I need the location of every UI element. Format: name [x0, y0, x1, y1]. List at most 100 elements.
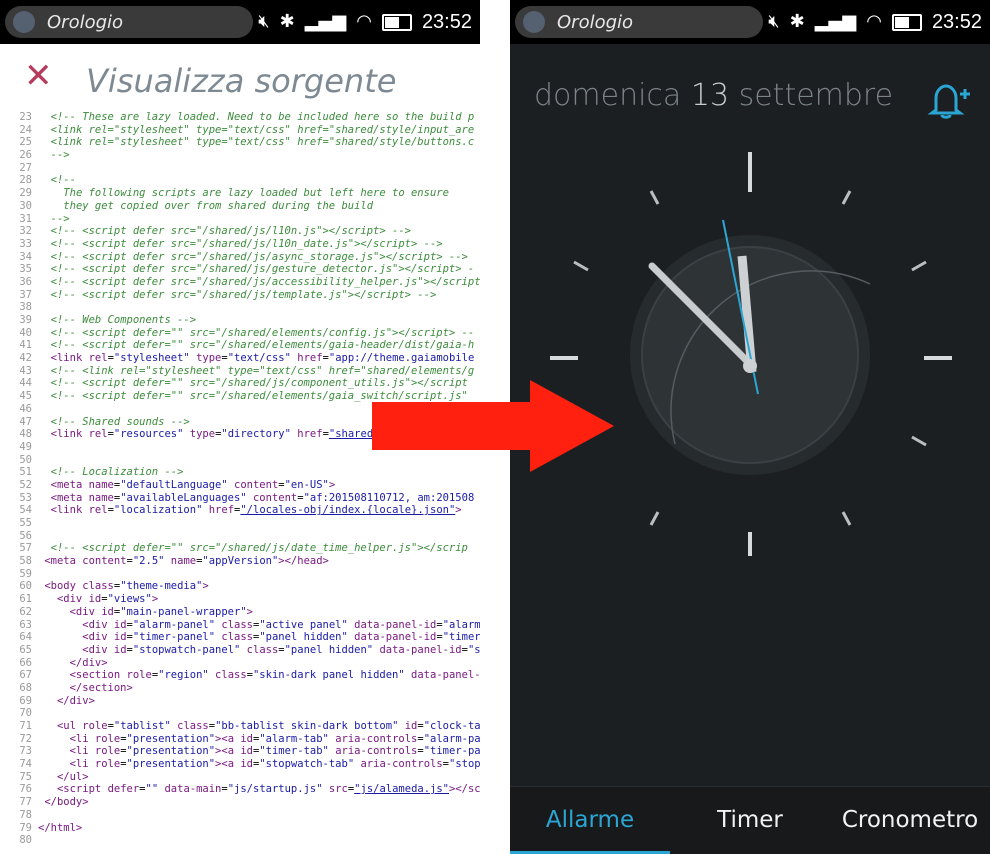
line-number: 68 — [19, 681, 32, 694]
code-line: 66 </div> — [0, 657, 480, 670]
code-line: 63 <div id="alarm-panel" class="active p… — [0, 619, 480, 632]
line-number: 33 — [19, 237, 32, 250]
status-bar-left: Orologio 🔇︎ ✱ ▂▄▆ ◠ 23:52 — [0, 0, 480, 44]
line-number: 38 — [19, 301, 32, 314]
battery-icon — [381, 13, 412, 31]
code-line: 75 </ul> — [0, 771, 480, 784]
tab-timer[interactable]: Timer — [670, 787, 830, 854]
line-number: 53 — [19, 491, 32, 504]
line-number: 52 — [19, 478, 32, 491]
tab-alarm[interactable]: Allarme — [510, 787, 670, 854]
code-line: 30 they get copied over from shared duri… — [0, 200, 480, 213]
code-line: 76 <script defer="" data-main="js/startu… — [0, 783, 480, 796]
code-line: 39 <!-- Web Components --> — [0, 314, 480, 327]
line-number: 55 — [19, 517, 32, 529]
line-number: 79 — [19, 821, 32, 834]
line-number: 69 — [19, 694, 32, 707]
code-line: 37 <!-- <script defer src="/shared/js/te… — [0, 289, 480, 302]
app-switcher-pill[interactable]: Orologio — [515, 6, 763, 38]
line-number: 31 — [19, 212, 32, 225]
line-number: 66 — [19, 656, 32, 669]
code-line: 67 <section role="region" class="skin-da… — [0, 669, 480, 682]
close-icon[interactable]: ✕ — [24, 59, 53, 93]
code-line: 55 — [0, 517, 480, 530]
mute-icon: 🔇︎ — [768, 11, 780, 32]
line-number: 34 — [19, 250, 32, 263]
line-number: 30 — [19, 199, 32, 212]
code-line: 74 <li role="presentation"><a id="stopwa… — [0, 758, 480, 771]
line-number: 26 — [19, 149, 32, 162]
code-line: 35 <!-- <script defer src="/shared/js/ge… — [0, 263, 480, 276]
line-number: 37 — [19, 288, 32, 301]
code-line: 41 <!-- <script defer="" src="/shared/el… — [0, 339, 480, 352]
mute-icon: 🔇︎ — [258, 11, 270, 32]
app-switcher-pill[interactable]: Orologio — [5, 6, 253, 38]
line-number: 71 — [19, 720, 32, 732]
tab-label: Timer — [717, 807, 783, 833]
line-number: 48 — [19, 428, 32, 441]
line-number: 42 — [19, 352, 32, 365]
source-code: 23 <!-- These are lazy loaded. Need to b… — [0, 111, 480, 847]
code-line: 43 <!-- <link rel="stylesheet" type="tex… — [0, 365, 480, 378]
line-number: 28 — [19, 174, 32, 187]
line-number: 50 — [19, 453, 32, 466]
code-line: 78 — [0, 809, 480, 822]
code-line: 31 --> — [0, 213, 480, 226]
line-number: 70 — [19, 707, 32, 720]
code-line: 64 <div id="timer-panel" class="panel hi… — [0, 631, 480, 644]
code-line: 61 <div id="views"> — [0, 593, 480, 606]
clock-time: 23:52 — [421, 10, 472, 33]
code-line: 54 <link rel="localization" href="/local… — [0, 504, 480, 517]
battery-icon — [891, 13, 922, 31]
code-line: 60 <body class="theme-media"> — [0, 580, 480, 593]
line-number: 36 — [19, 275, 32, 288]
code-line: 77 </body> — [0, 796, 480, 809]
wifi-icon: ◠ — [356, 11, 372, 32]
line-number: 80 — [19, 834, 32, 847]
status-icons: 🔇︎ ✱ ▂▄▆ ◠ 23:52 — [768, 8, 982, 36]
page-title: Visualizza sorgente — [86, 62, 397, 100]
code-line: 73 <li role="presentation"><a id="timer-… — [0, 745, 480, 758]
line-number: 64 — [19, 631, 32, 644]
red-arrow-right-icon — [372, 380, 614, 472]
code-line: 29 The following scripts are lazy loaded… — [0, 187, 480, 200]
line-number: 74 — [19, 758, 32, 771]
app-name: Orologio — [557, 12, 634, 33]
code-line: 33 <!-- <script defer src="/shared/js/l1… — [0, 238, 480, 251]
line-number: 62 — [19, 605, 32, 618]
clock-time: 23:52 — [931, 10, 982, 33]
line-number: 46 — [19, 402, 32, 415]
app-icon — [13, 11, 35, 33]
signal-icon: ▂▄▆ — [814, 11, 857, 32]
line-number: 41 — [19, 339, 32, 352]
line-number: 40 — [19, 326, 32, 339]
line-number: 43 — [19, 364, 32, 377]
code-line: 27 — [0, 162, 480, 175]
line-number: 57 — [19, 542, 32, 555]
line-number: 35 — [19, 263, 32, 276]
code-line: 52 <meta name="defaultLanguage" content=… — [0, 479, 480, 492]
line-number: 54 — [19, 504, 32, 517]
code-line: 65 <div id="stopwatch-panel" class="pane… — [0, 644, 480, 657]
line-number: 23 — [19, 111, 32, 123]
line-number: 59 — [19, 567, 32, 580]
hand-pivot — [743, 359, 757, 373]
tab-label: Allarme — [545, 807, 635, 833]
code-line: 80 — [0, 834, 480, 847]
line-number: 51 — [19, 466, 32, 479]
line-number: 65 — [19, 643, 32, 656]
code-line: 25 <link rel="stylesheet" type="text/css… — [0, 136, 480, 149]
code-line: 79 </html> — [0, 822, 480, 835]
line-number: 25 — [19, 136, 32, 149]
status-bar-right: Orologio 🔇︎ ✱ ▂▄▆ ◠ 23:52 — [510, 0, 990, 44]
line-number: 44 — [19, 377, 32, 390]
wifi-icon: ◠ — [866, 11, 882, 32]
line-number: 56 — [19, 529, 32, 542]
code-line: 23 <!-- These are lazy loaded. Need to b… — [0, 111, 480, 124]
tab-stopwatch[interactable]: Cronometro — [830, 787, 990, 854]
line-number: 29 — [19, 187, 32, 200]
code-line: 32 <!-- <script defer src="/shared/js/l1… — [0, 225, 480, 238]
line-number: 78 — [19, 808, 32, 821]
line-number: 61 — [19, 593, 32, 606]
code-line: 62 <div id="main-panel-wrapper"> — [0, 606, 480, 619]
